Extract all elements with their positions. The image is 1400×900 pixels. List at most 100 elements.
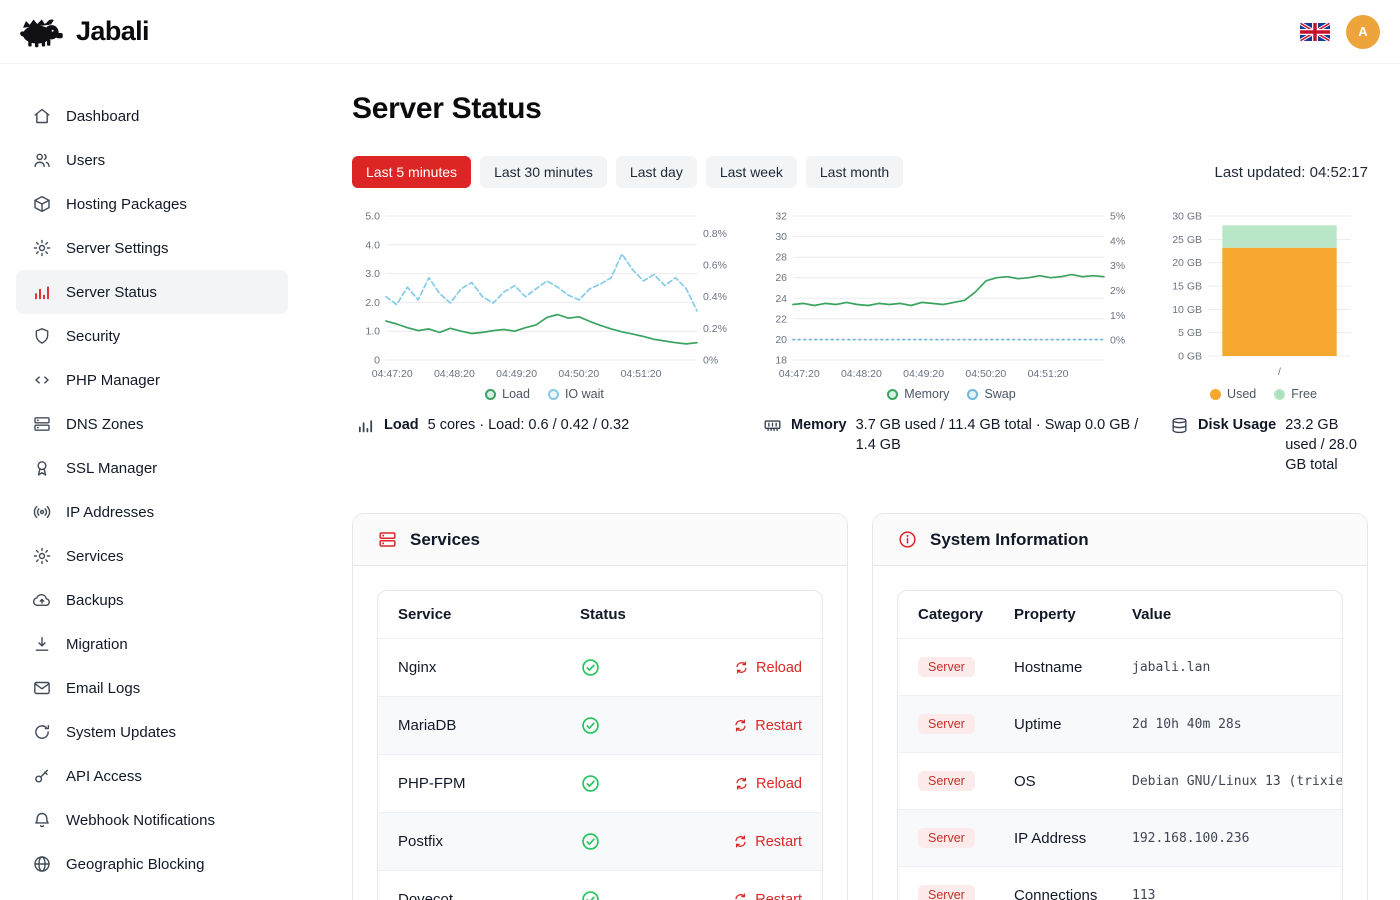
reload-nginx-button[interactable]: Reload [687,660,802,676]
legend-free[interactable]: Free [1274,387,1317,401]
category-badge: Server [918,885,975,900]
main-content: Server Status Last 5 minutesLast 30 minu… [304,64,1400,900]
svg-text:0%: 0% [703,355,718,367]
restart-postfix-button[interactable]: Restart [687,834,802,850]
sidebar-item-server-settings[interactable]: Server Settings [16,226,288,270]
svg-text:5 GB: 5 GB [1178,327,1202,339]
property-name: IP Address [994,810,1112,867]
status-ok-icon [580,831,601,852]
legend-swap[interactable]: Swap [967,387,1015,401]
filter-buttons: Last 5 minutes Last 30 minutes Last day Las… [352,156,903,188]
sidebar-item-hosting-packages[interactable]: Hosting Packages [16,182,288,226]
sidebar-item-webhook-notifications[interactable]: Webhook Notifications [16,798,288,842]
sidebar-item-security[interactable]: Security [16,314,288,358]
property-value: jabali.lan [1112,639,1342,696]
sidebar-item-migration[interactable]: Migration [16,622,288,666]
legend-load[interactable]: Load [485,387,530,401]
legend-dot-icon [548,389,559,400]
service-name: Postfix [378,813,560,871]
sidebar-item-ip-addresses[interactable]: IP Addresses [16,490,288,534]
gear-icon [32,238,52,258]
legend-dot-icon [485,389,496,400]
reload-php-fpm-button[interactable]: Reload [687,776,802,792]
sidebar-item-php-manager[interactable]: PHP Manager [16,358,288,402]
load-summary-label: Load [384,415,419,435]
sidebar-item-label: API Access [66,768,142,785]
service-status [560,755,667,813]
load-legend: Load IO wait [352,387,737,401]
sidebar: Dashboard UsersHosting Packages Server Set… [0,64,304,900]
svg-text:30 GB: 30 GB [1172,211,1202,223]
brand-name: Jabali [76,16,149,47]
sidebar-item-email-logs[interactable]: Email Logs [16,666,288,710]
cards-row: Services Service Status Nginx ReloadMari… [352,513,1368,900]
mail-icon [32,678,52,698]
service-status [560,639,667,697]
legend-dot-icon [1274,389,1285,400]
bar-chart-icon [32,282,52,302]
load-chart: 5.04.03.02.01.000.8%0.6%0.4%0.2%0%04:47:… [352,208,737,475]
property-name: Hostname [994,639,1112,696]
restart-mariadb-button[interactable]: Restart [687,718,802,734]
services-card-header: Services [353,514,847,566]
user-avatar[interactable]: A [1346,15,1380,49]
sidebar-item-services[interactable]: Services [16,534,288,578]
disk-chart-canvas: 30 GB25 GB20 GB15 GB10 GB5 GB0 GB/ [1166,208,1361,384]
sidebar-item-backups[interactable]: Backups [16,578,288,622]
sidebar-item-server-status[interactable]: Server Status [16,270,288,314]
sidebar-item-label: Server Settings [66,240,169,257]
sidebar-item-dns-zones[interactable]: DNS Zones [16,402,288,446]
brand[interactable]: Jabali [14,14,149,49]
system-col-value: Value [1112,591,1342,639]
disk-summary: Disk Usage23.2 GB used / 28.0 GB total [1166,415,1361,475]
legend-used[interactable]: Used [1210,387,1256,401]
sidebar-item-label: Dashboard [66,108,139,125]
service-row-nginx: Nginx Reload [378,639,822,697]
legend-io-wait[interactable]: IO wait [548,387,604,401]
sidebar-item-ssl-manager[interactable]: SSL Manager [16,446,288,490]
svg-text:0: 0 [374,355,380,367]
filter-last-30-minutes[interactable]: Last 30 minutes [480,156,607,188]
svg-text:1.0: 1.0 [365,326,380,338]
sidebar-item-system-updates[interactable]: System Updates [16,710,288,754]
award-icon [32,458,52,478]
restart-dovecot-button[interactable]: Restart [687,892,802,900]
svg-text:0.4%: 0.4% [703,291,727,303]
disk-chart: 30 GB25 GB20 GB15 GB10 GB5 GB0 GB/Used Fr… [1166,208,1361,475]
svg-text:28: 28 [775,252,787,264]
sidebar-item-api-access[interactable]: API Access [16,754,288,798]
filter-last-week[interactable]: Last week [706,156,797,188]
sidebar-item-label: IP Addresses [66,504,154,521]
memory-legend: Memory Swap [759,387,1144,401]
category-badge: Server [918,714,975,734]
services-col-service: Service [378,591,560,639]
svg-text:04:49:20: 04:49:20 [903,368,944,380]
sidebar-item-label: Geographic Blocking [66,856,204,873]
filter-last-5-minutes[interactable]: Last 5 minutes [352,156,471,188]
svg-text:0.8%: 0.8% [703,228,727,240]
service-name: PHP-FPM [378,755,560,813]
sidebar-item-label: SSL Manager [66,460,157,477]
language-flag-icon[interactable] [1300,22,1330,42]
svg-text:04:50:20: 04:50:20 [965,368,1006,380]
svg-text:20: 20 [775,334,787,346]
system-col-property: Property [994,591,1112,639]
property-name: OS [994,753,1112,810]
sidebar-item-geographic-blocking[interactable]: Geographic Blocking [16,842,288,886]
svg-text:4%: 4% [1110,235,1125,247]
svg-text:4.0: 4.0 [365,239,380,251]
sidebar-nav: Dashboard UsersHosting Packages Server Set… [16,94,288,886]
system-row-ip-address: Server IP Address 192.168.100.236 [898,810,1342,867]
broadcast-icon [32,502,52,522]
sidebar-item-label: Server Status [66,284,157,301]
package-icon [32,194,52,214]
download-icon [32,634,52,654]
legend-memory[interactable]: Memory [887,387,949,401]
filter-last-day[interactable]: Last day [616,156,697,188]
sidebar-item-label: PHP Manager [66,372,160,389]
sidebar-item-dashboard[interactable]: Dashboard [16,94,288,138]
svg-text:04:50:20: 04:50:20 [558,368,599,380]
filter-last-month[interactable]: Last month [806,156,903,188]
sidebar-item-users[interactable]: Users [16,138,288,182]
svg-text:04:47:20: 04:47:20 [779,368,820,380]
